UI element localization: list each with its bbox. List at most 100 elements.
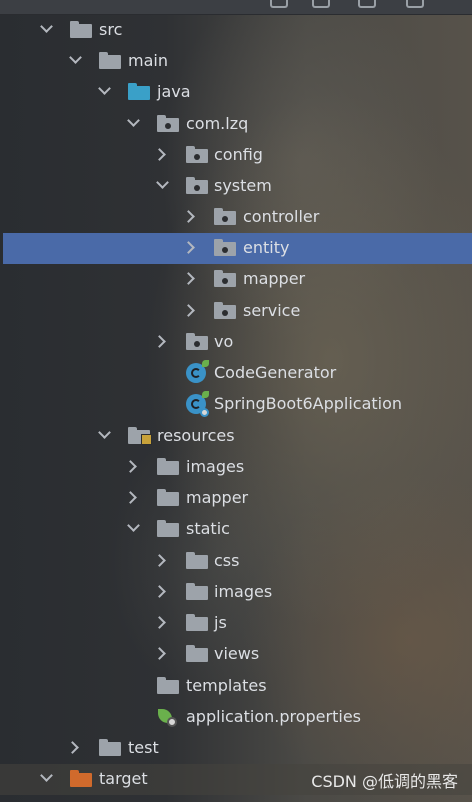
tree-node-label: mapper	[186, 488, 249, 507]
tree-node-label: target	[99, 769, 148, 788]
tree-node-images[interactable]: images	[0, 452, 472, 483]
tree-node-label: main	[128, 51, 168, 70]
tree-node-static-images[interactable]: images	[0, 577, 472, 608]
tree-node-label: views	[214, 644, 260, 663]
tree-node-label: resources	[157, 426, 235, 445]
tree-node-label: test	[128, 738, 159, 757]
tree-node-static[interactable]: static	[0, 514, 472, 545]
tree-node-resources[interactable]: resources	[0, 421, 472, 452]
package-icon	[186, 146, 208, 163]
chevron-right-icon[interactable]	[66, 741, 79, 754]
package-icon	[186, 333, 208, 350]
package-icon	[186, 177, 208, 194]
tree-node-java[interactable]: java	[0, 77, 472, 108]
tree-node-service[interactable]: service	[0, 296, 472, 327]
chevron-right-icon[interactable]	[124, 460, 137, 473]
chevron-down-icon[interactable]	[127, 114, 140, 127]
chevron-down-icon[interactable]	[127, 519, 140, 532]
excluded-folder-icon	[70, 770, 92, 787]
chevron-right-icon[interactable]	[182, 210, 195, 223]
tree-node-label: js	[214, 613, 227, 632]
folder-icon	[157, 458, 179, 475]
folder-icon	[186, 552, 208, 569]
tree-node-label: vo	[214, 332, 234, 351]
tree-node-label: src	[99, 20, 123, 39]
tree-node-application-properties[interactable]: application.properties	[0, 702, 472, 733]
toolbar	[0, 0, 472, 15]
chevron-right-icon[interactable]	[153, 554, 166, 567]
chevron-right-icon[interactable]	[153, 647, 166, 660]
collapse-all-icon[interactable]	[312, 0, 330, 8]
watermark: CSDN @低调的黑客	[311, 772, 458, 791]
tree-node-system[interactable]: system	[0, 171, 472, 202]
folder-icon	[157, 489, 179, 506]
tree-node-vo[interactable]: vo	[0, 327, 472, 358]
tree-node-label: service	[243, 301, 301, 320]
tree-node-codegenerator[interactable]: CodeGenerator	[0, 358, 472, 389]
tree-node-label: application.properties	[186, 707, 361, 726]
folder-icon	[99, 739, 121, 756]
package-icon	[214, 302, 236, 319]
tree-node-controller[interactable]: controller	[0, 202, 472, 233]
spring-properties-icon	[157, 707, 177, 727]
package-icon	[214, 208, 236, 225]
tree-node-src[interactable]: src	[0, 15, 472, 46]
tree-node-test[interactable]: test	[0, 733, 472, 764]
spring-boot-app-icon	[186, 391, 209, 417]
chevron-down-icon[interactable]	[98, 82, 111, 95]
folder-icon	[186, 583, 208, 600]
tree-node-label: CodeGenerator	[214, 363, 337, 382]
tree-node-label: config	[214, 145, 263, 164]
tree-node-config[interactable]: config	[0, 140, 472, 171]
folder-icon	[186, 645, 208, 662]
tree-node-mapper-resources[interactable]: mapper	[0, 483, 472, 514]
folder-icon	[70, 21, 92, 38]
chevron-right-icon[interactable]	[182, 272, 195, 285]
java-class-icon	[186, 360, 209, 383]
tree-node-label: system	[214, 176, 272, 195]
globe-icon[interactable]	[270, 0, 288, 8]
tree-node-main[interactable]: main	[0, 46, 472, 77]
resources-folder-icon	[128, 427, 152, 445]
package-icon	[157, 115, 179, 132]
tree-node-js[interactable]: js	[0, 608, 472, 639]
tree-node-templates[interactable]: templates	[0, 671, 472, 702]
tree-node-entity[interactable]: entity	[3, 233, 472, 264]
tree-node-label: java	[157, 82, 191, 101]
chevron-right-icon[interactable]	[124, 491, 137, 504]
folder-icon	[157, 677, 179, 694]
tree-node-label: images	[214, 582, 273, 601]
tree-node-label: controller	[243, 207, 320, 226]
tree-node-label: css	[214, 551, 240, 570]
chevron-right-icon[interactable]	[153, 585, 166, 598]
options-icon[interactable]	[406, 0, 424, 8]
chevron-right-icon[interactable]	[182, 304, 195, 317]
chevron-right-icon[interactable]	[153, 148, 166, 161]
package-icon	[214, 239, 236, 256]
tree-node-label: entity	[243, 238, 290, 257]
folder-icon	[157, 520, 179, 537]
tree-node-label: mapper	[243, 269, 306, 288]
tree-node-css[interactable]: css	[0, 546, 472, 577]
tree-node-springboot6application[interactable]: SpringBoot6Application	[0, 389, 472, 420]
chevron-right-icon[interactable]	[182, 241, 195, 254]
package-icon	[214, 270, 236, 287]
chevron-down-icon[interactable]	[98, 426, 111, 439]
source-folder-icon	[128, 83, 150, 100]
chevron-down-icon[interactable]	[40, 769, 53, 782]
tree-node-com-lzq[interactable]: com.lzq	[0, 109, 472, 140]
chevron-right-icon[interactable]	[153, 335, 166, 348]
tree-node-label: static	[186, 519, 230, 538]
expand-icon[interactable]	[358, 0, 376, 8]
tree-node-label: com.lzq	[186, 114, 249, 133]
tree-node-views[interactable]: views	[0, 639, 472, 670]
tree-node-label: images	[186, 457, 245, 476]
folder-icon	[186, 614, 208, 631]
chevron-right-icon[interactable]	[153, 616, 166, 629]
chevron-down-icon[interactable]	[156, 176, 169, 189]
chevron-down-icon[interactable]	[69, 51, 82, 64]
tree-node-label: SpringBoot6Application	[214, 394, 403, 413]
tree-node-label: templates	[186, 676, 267, 695]
tree-node-mapper[interactable]: mapper	[0, 264, 472, 295]
chevron-down-icon[interactable]	[40, 20, 53, 33]
